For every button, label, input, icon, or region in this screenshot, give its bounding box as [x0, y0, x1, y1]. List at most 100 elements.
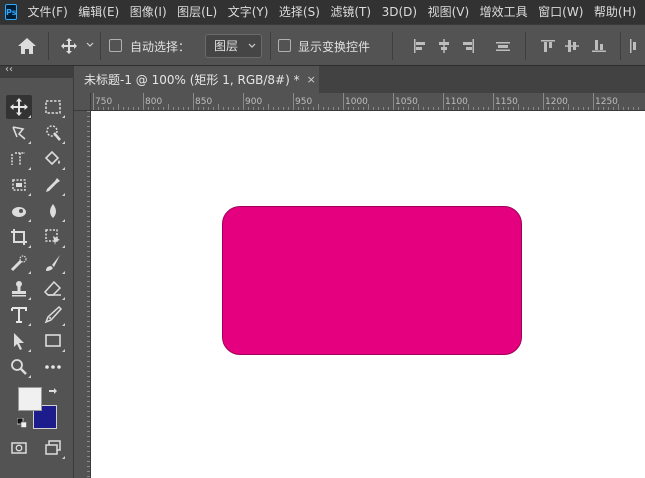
ruler-minor-tick: [158, 107, 159, 110]
ruler-minor-tick: [248, 107, 249, 110]
type-mask-tool-button[interactable]: [6, 147, 32, 171]
bucket-tool-button[interactable]: [40, 147, 66, 171]
collapse-panel-icon[interactable]: ‹‹: [5, 64, 13, 75]
ruler-minor-tick: [168, 104, 169, 110]
tool-group-indicator: [62, 193, 65, 196]
ruler-tick: [87, 471, 90, 472]
ruler-tick: [87, 321, 90, 322]
align-horizontal-center-icon[interactable]: [436, 38, 452, 54]
screen-mode-button[interactable]: [40, 436, 66, 460]
foreground-color-swatch[interactable]: [18, 387, 42, 411]
tools-panel: ‹‹: [0, 64, 74, 478]
ruler-major-tick: [493, 93, 494, 110]
ruler-tick: [87, 156, 90, 157]
bucket-icon: [44, 150, 60, 166]
quick-mask-button[interactable]: [6, 436, 32, 460]
photoshop-logo-icon[interactable]: Ps: [5, 4, 18, 20]
horizontal-ruler[interactable]: 750 800 850 900 950 1000 1050 1100 1150 1200 1250: [91, 93, 645, 111]
ruler-tick: [87, 146, 90, 147]
canvas-area[interactable]: [91, 111, 645, 478]
marquee-tool-button[interactable]: [40, 95, 66, 119]
menu-plugins[interactable]: 增效工具: [480, 0, 528, 24]
menu-window[interactable]: 窗口(W): [538, 0, 583, 24]
ruler-minor-tick: [98, 107, 99, 110]
ruler-minor-tick: [613, 107, 614, 110]
toolbar-separator: [525, 32, 526, 60]
default-colors-icon[interactable]: [17, 418, 27, 428]
ruler-tick: [87, 151, 90, 152]
menu-help[interactable]: 帮助(H): [594, 0, 636, 24]
frame-tool-button[interactable]: [6, 173, 32, 197]
eraser-tool-button[interactable]: [40, 277, 66, 301]
menu-view[interactable]: 视图(V): [428, 0, 470, 24]
menu-type[interactable]: 文字(Y): [228, 0, 269, 24]
close-icon[interactable]: ×: [307, 73, 316, 86]
zoom-icon: [11, 359, 27, 375]
document-tab[interactable]: 未标题-1 @ 100% (矩形 1, RGB/8#) * ×: [74, 66, 319, 93]
align-top-icon[interactable]: [540, 38, 556, 54]
stamp-tool-button[interactable]: [6, 277, 32, 301]
rounded-rectangle-shape[interactable]: [222, 206, 522, 355]
menu-layer[interactable]: 图层(L): [177, 0, 217, 24]
ruler-minor-tick: [138, 107, 139, 110]
crop-tool-button[interactable]: [6, 225, 32, 249]
distribute-vertical-icon[interactable]: [495, 38, 511, 54]
move-tool-preset-icon[interactable]: [60, 37, 78, 55]
document-canvas[interactable]: [91, 111, 645, 478]
auto-select-checkbox[interactable]: [109, 39, 122, 52]
ruler-origin[interactable]: [74, 93, 91, 111]
rectangle-tool-button[interactable]: [40, 329, 66, 353]
type-tool-button[interactable]: [6, 303, 32, 327]
more-icon: [45, 365, 61, 369]
ruler-minor-tick: [253, 107, 254, 110]
home-icon[interactable]: [17, 37, 37, 55]
show-transform-label: 显示变换控件: [298, 40, 371, 54]
distribute-left-icon[interactable]: [628, 38, 644, 54]
chevron-down-icon[interactable]: [86, 41, 94, 49]
ruler-minor-tick: [408, 107, 409, 110]
menu-3d[interactable]: 3D(D): [382, 0, 417, 24]
ruler-minor-tick: [188, 107, 189, 110]
quick-select-tool-button[interactable]: [40, 121, 66, 145]
menu-image[interactable]: 图像(I): [130, 0, 167, 24]
auto-select-target-dropdown[interactable]: 图层: [205, 34, 262, 58]
menu-select[interactable]: 选择(S): [279, 0, 320, 24]
ruler-tick: [87, 281, 90, 282]
swap-colors-icon[interactable]: [48, 387, 58, 397]
menu-edit[interactable]: 编辑(E): [78, 0, 119, 24]
eyedropper-tool-button[interactable]: [40, 173, 66, 197]
align-right-icon[interactable]: [460, 38, 476, 54]
spot-heal-icon: [10, 255, 27, 272]
align-vertical-center-icon[interactable]: [564, 38, 580, 54]
ruler-major-tick: [393, 93, 394, 110]
ruler-tick-label: 900: [245, 97, 263, 107]
ruler-minor-tick: [183, 107, 184, 110]
ruler-minor-tick: [238, 107, 239, 110]
tool-group-indicator: [62, 115, 65, 118]
ruler-major-tick: [143, 93, 144, 110]
zoom-tool-button[interactable]: [6, 355, 32, 379]
align-left-icon[interactable]: [412, 38, 428, 54]
tool-group-indicator: [28, 115, 31, 118]
pen-tool-button[interactable]: [40, 303, 66, 327]
menu-filter[interactable]: 滤镜(T): [330, 0, 371, 24]
show-transform-checkbox[interactable]: [278, 39, 291, 52]
align-bottom-icon[interactable]: [591, 38, 607, 54]
move-tool-button[interactable]: [6, 95, 32, 119]
chevron-down-icon: [248, 43, 256, 48]
tool-group-indicator: [28, 193, 31, 196]
brush-tool-button[interactable]: [40, 251, 66, 275]
ruler-tick: [87, 351, 90, 352]
spot-heal-tool-button[interactable]: [6, 251, 32, 275]
vertical-ruler[interactable]: [74, 111, 91, 478]
blur-tool-button[interactable]: [40, 199, 66, 223]
ruler-minor-tick: [298, 107, 299, 110]
lasso-tool-button[interactable]: [6, 121, 32, 145]
more-tools-button[interactable]: [40, 355, 66, 379]
menu-file[interactable]: 文件(F): [27, 0, 67, 24]
blur-smudge-tool-button[interactable]: [6, 199, 32, 223]
ruler-minor-tick: [503, 107, 504, 110]
path-select-tool-button[interactable]: [6, 329, 32, 353]
lasso-icon: [12, 126, 26, 140]
object-select-tool-button[interactable]: [40, 225, 66, 249]
